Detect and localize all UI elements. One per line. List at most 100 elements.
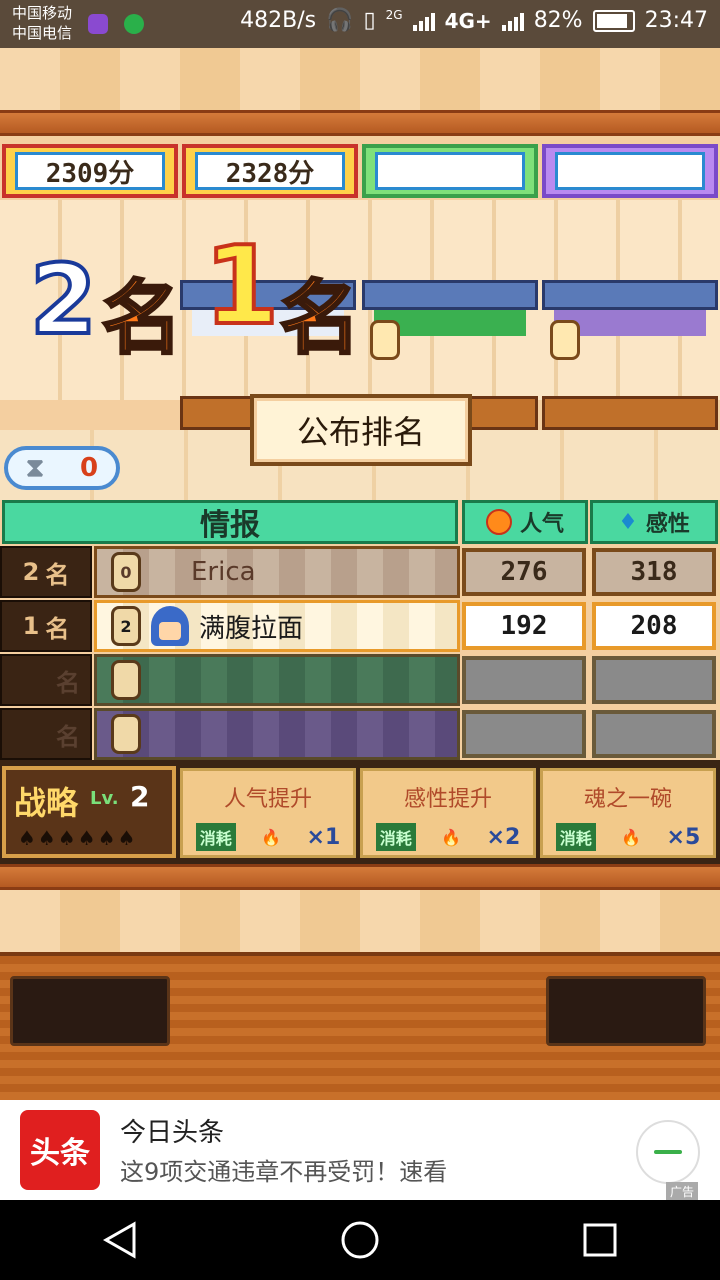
level-value: 2 <box>130 780 150 813</box>
score-box-2: 2328分 <box>182 144 358 198</box>
timer-badge: ⧗ 0 <box>4 446 120 490</box>
bowl-icon <box>111 660 141 700</box>
wechat-notification-icon <box>124 14 144 34</box>
home-button[interactable] <box>330 1210 390 1270</box>
cost-times: ×1 <box>306 824 341 850</box>
carrier-1: 中国移动 <box>12 4 73 22</box>
signal-icon-1 <box>412 11 435 31</box>
rank-cell: 名 <box>0 708 92 760</box>
battery-percent: 82% <box>533 8 583 33</box>
score-value-1: 2309分 <box>15 152 165 190</box>
info-header-label: 情报 <box>200 508 260 543</box>
skill-name: 人气提升 <box>223 787 312 812</box>
rank-suffix: 名 <box>56 722 80 751</box>
rank-number: 2 <box>22 558 40 586</box>
score-value-2: 2328分 <box>195 152 345 190</box>
ad-minimize-button[interactable] <box>636 1120 700 1184</box>
popularity-value: 276 <box>462 548 586 596</box>
sense-icon: ♦ <box>618 509 638 535</box>
skill-soul-bowl[interactable]: 魂之一碗 消耗 🔥 ×5 <box>540 768 716 858</box>
rank-first-number: 1 <box>202 222 281 351</box>
timer-value: 0 <box>79 453 99 483</box>
home-icon <box>341 1221 379 1259</box>
lantern-icon <box>370 320 400 360</box>
table-row: 名 <box>0 654 720 706</box>
status-right: 482B/s 🎧 ▯ 2G 4G+ 82% 23:47 <box>240 8 708 33</box>
score-box-4 <box>542 144 718 198</box>
sense-value <box>592 710 716 758</box>
rank-cell: 2名 <box>0 546 92 598</box>
status-bar: 中国移动 中国电信 482B/s 🎧 ▯ 2G 4G+ 82% 23:47 <box>0 0 720 48</box>
rank-cell: 1名 <box>0 600 92 652</box>
stall-3 <box>542 280 718 430</box>
info-cell <box>94 708 460 760</box>
carrier-2: 中国电信 <box>12 24 73 42</box>
player-name: 满腹拉面 <box>199 613 304 644</box>
recents-button[interactable] <box>570 1210 630 1270</box>
info-cell <box>94 654 460 706</box>
announce-ranking-button[interactable]: 公布排名 <box>250 394 472 466</box>
back-button[interactable] <box>90 1210 150 1270</box>
battery-icon <box>592 9 635 32</box>
bowl-icon: 2 <box>111 606 141 646</box>
sense-value <box>592 656 716 704</box>
rank-suffix: 名 <box>45 614 70 643</box>
skill-popularity-boost[interactable]: 人气提升 消耗 🔥 ×1 <box>180 768 356 858</box>
popularity-header: 人气 <box>462 500 588 544</box>
skill-sense-boost[interactable]: 感性提升 消耗 🔥 ×2 <box>360 768 536 858</box>
strategy-label: 战略 <box>14 784 79 822</box>
net-speed: 482B/s <box>240 8 317 33</box>
headphone-icon: 🎧 <box>326 8 354 33</box>
lantern-icon <box>550 320 580 360</box>
cost-times: ×2 <box>486 824 521 850</box>
rank-number: 1 <box>22 612 40 640</box>
table-row[interactable]: 2名 0 Erica 276 318 <box>0 546 720 598</box>
info-cell: 0 Erica <box>94 546 460 598</box>
popularity-icon <box>485 509 512 535</box>
game-scene: 2309分 2328分 2 名 1 名 公布排名 ⧗ 0 情报 人气 ♦ 感性 … <box>0 48 720 1100</box>
lower-beam <box>0 864 720 890</box>
top-beam <box>0 110 720 136</box>
recents-icon <box>583 1223 617 1257</box>
bowl-icon <box>111 714 141 754</box>
cost-tag: 消耗 <box>555 823 596 851</box>
rank-cell: 名 <box>0 654 92 706</box>
clock: 23:47 <box>644 8 708 33</box>
flame-icon: 🔥 <box>441 827 462 847</box>
strategy-panel[interactable]: 战略 Lv. 2 ♠♠♠♠♠♠ <box>2 766 176 858</box>
signal-icon-2 <box>501 11 524 31</box>
flame-icon: 🔥 <box>621 827 642 847</box>
ad-banner[interactable]: 头条 今日头条 这9项交通违章不再受罚！速看 广告 <box>0 1100 720 1201</box>
net-type-1: 2G <box>385 8 403 22</box>
popularity-header-label: 人气 <box>519 512 564 537</box>
flame-icons: ♠♠♠♠♠♠ <box>18 826 138 850</box>
back-icon <box>102 1221 136 1259</box>
cost-times: ×5 <box>666 824 701 850</box>
vibrate-icon: ▯ <box>363 8 376 33</box>
player-avatar <box>151 606 189 646</box>
popularity-value <box>462 710 586 758</box>
skill-name: 魂之一碗 <box>583 787 672 812</box>
score-box-1: 2309分 <box>2 144 178 198</box>
rank-suffix: 名 <box>45 560 70 589</box>
player-name: Erica <box>191 557 256 587</box>
toutiao-logo: 头条 <box>20 1110 100 1190</box>
lower-panel <box>0 890 720 952</box>
popularity-value: 192 <box>462 602 586 650</box>
rank-second-suffix: 名 <box>101 271 184 367</box>
sense-value: 318 <box>592 548 716 596</box>
app-notification-icon <box>88 14 108 34</box>
flame-icon: 🔥 <box>261 827 282 847</box>
rank-second-number: 2 <box>28 242 99 358</box>
counter-slot-right <box>546 976 706 1046</box>
announce-label: 公布排名 <box>296 413 425 451</box>
table-row[interactable]: 1名 2 满腹拉面 192 208 <box>0 600 720 652</box>
rank-suffix: 名 <box>56 668 80 697</box>
cost-tag: 消耗 <box>195 823 236 851</box>
score-box-3 <box>362 144 538 198</box>
info-header: 情报 <box>2 500 458 544</box>
ad-text: 这9项交通违章不再受罚！速看 <box>120 1158 448 1186</box>
table-row: 名 <box>0 708 720 760</box>
level-prefix: Lv. <box>90 788 119 809</box>
hourglass-icon: ⧗ <box>25 452 45 483</box>
